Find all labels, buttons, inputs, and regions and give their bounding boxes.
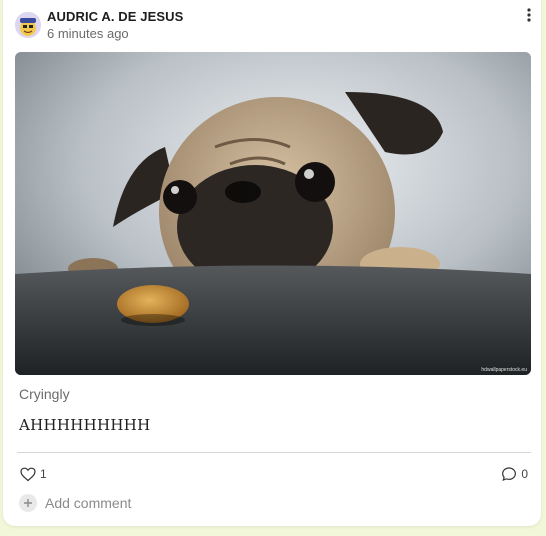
like-button[interactable]: 1 <box>20 466 47 482</box>
heart-icon <box>20 467 36 481</box>
add-comment-button[interactable]: Add comment <box>19 493 131 513</box>
comment-button[interactable]: 0 <box>501 466 528 482</box>
add-comment-circle <box>19 494 37 512</box>
pug-photo: hdwallpaperstock.eu <box>15 52 531 375</box>
post-image[interactable]: hdwallpaperstock.eu <box>15 52 531 375</box>
cartoon-avatar-icon <box>15 12 41 38</box>
post-caption: Cryingly <box>19 386 70 402</box>
author-name[interactable]: AUDRIC A. DE JESUS <box>47 9 183 24</box>
post-body: AHHHHHHHHH <box>19 416 151 434</box>
post-timestamp: 6 minutes ago <box>47 26 129 41</box>
divider <box>17 452 531 453</box>
photo-watermark: hdwallpaperstock.eu <box>481 367 527 373</box>
plus-icon <box>24 499 32 507</box>
more-vertical-icon <box>527 8 531 22</box>
like-count: 1 <box>40 467 47 481</box>
comment-bubble-icon <box>502 467 517 481</box>
author-avatar[interactable] <box>15 12 41 38</box>
comment-count: 0 <box>521 467 528 481</box>
post-card: AUDRIC A. DE JESUS 6 minutes ago hdwallp… <box>3 0 541 526</box>
post-menu-button[interactable] <box>523 6 535 24</box>
add-comment-label: Add comment <box>45 495 132 511</box>
